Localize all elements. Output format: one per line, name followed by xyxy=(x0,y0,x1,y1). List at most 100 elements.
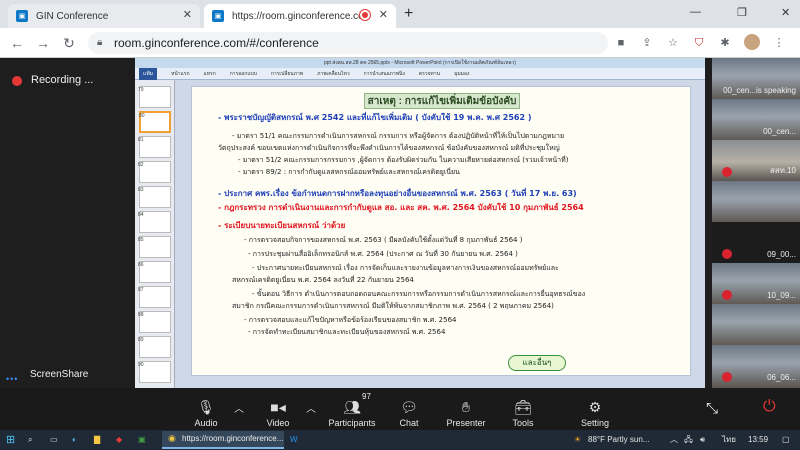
slide-thumbnail[interactable]: 82 xyxy=(138,161,171,183)
participant-video xyxy=(712,181,800,224)
slide-thumbnail[interactable]: 89 xyxy=(138,336,171,358)
slide-thumbnail[interactable]: 87 xyxy=(138,286,171,308)
restore-button[interactable]: ❐ xyxy=(737,6,747,19)
participant-tile[interactable] xyxy=(712,181,800,225)
audio-options-caret-icon[interactable]: ︿ xyxy=(234,400,244,415)
notification-icon[interactable]: ▢ xyxy=(782,433,790,447)
address-bar[interactable]: 🔒︎ room.ginconference.com/#/conference xyxy=(88,32,608,54)
participant-tile[interactable]: สสท.10 xyxy=(712,140,800,184)
close-tab-icon[interactable]: ✕ xyxy=(183,8,192,21)
tray-chevron-icon[interactable]: ︿ xyxy=(670,433,678,447)
participant-tile[interactable]: 00_cen...is speaking xyxy=(712,58,800,102)
ribbon-tab[interactable]: การนำเสนอภาพนิ่ง xyxy=(364,70,405,78)
tools-button[interactable]: 🧰︎ Tools xyxy=(510,390,536,428)
extension-shield-icon[interactable]: ⛉ xyxy=(692,36,706,50)
back-arrow-icon[interactable]: ← xyxy=(8,34,26,52)
muted-mic-icon xyxy=(722,290,732,300)
slide-thumbnail-pane: 79 80 81 82 83 84 85 86 87 88 89 90 xyxy=(135,80,175,388)
slide-text-line: - การตรวจสอบกิจการของสหกรณ์ พ.ศ. 2563 ( … xyxy=(244,236,523,244)
video-button[interactable]: ■◂ Video xyxy=(262,390,294,428)
slide-thumbnail[interactable]: 80 xyxy=(139,111,171,133)
camera-in-use-icon[interactable]: ■ xyxy=(614,36,628,50)
presenter-button[interactable]: ✋︎ Presenter xyxy=(444,390,488,428)
ribbon-tab[interactable]: ตรวจทาน xyxy=(419,70,440,78)
muted-mic-icon xyxy=(722,372,732,382)
grid-view-icon[interactable]: ⤡ xyxy=(706,400,718,417)
browser-tab-bar: ▣ GIN Conference ✕ ▣ https://room.gincon… xyxy=(0,0,800,28)
tab-room[interactable]: ▣ https://room.ginconference.com/#/en ✕ xyxy=(204,4,396,28)
participant-name: 00_cen...is speaking xyxy=(723,86,796,95)
slide-number: 83 xyxy=(138,187,144,193)
gin-favicon-icon: ▣ xyxy=(212,10,224,22)
slide-thumbnail[interactable]: 84 xyxy=(138,211,171,233)
recording-label: Recording ... xyxy=(31,74,94,86)
browser-menu-icon[interactable]: ⋮ xyxy=(772,36,786,50)
profile-avatar[interactable] xyxy=(744,34,760,50)
participants-button[interactable]: 👥︎ Participants xyxy=(324,390,380,428)
ribbon-tab[interactable]: มุมมอง xyxy=(454,70,469,78)
volume-icon[interactable]: 🔊︎ xyxy=(700,433,705,447)
gear-icon: ⚙︎ xyxy=(588,399,602,415)
audio-button[interactable]: 🎙︎ Audio xyxy=(190,390,222,428)
weather-text[interactable]: 88°F Partly sun... xyxy=(588,433,649,447)
participant-name: 09_00... xyxy=(767,250,796,259)
chat-label: Chat xyxy=(399,418,419,428)
word-icon[interactable]: W xyxy=(290,433,298,447)
forward-arrow-icon[interactable]: → xyxy=(34,34,52,52)
ribbon-tab[interactable]: การออกแบบ xyxy=(230,70,257,78)
clock[interactable]: 13:59 xyxy=(748,433,768,447)
participants-icon: 👥︎ xyxy=(343,399,361,415)
participant-tile[interactable]: 00_cen... xyxy=(712,99,800,143)
video-options-caret-icon[interactable]: ︿ xyxy=(306,400,316,415)
file-explorer-icon[interactable]: ▇ xyxy=(94,433,100,447)
participant-tile[interactable]: 06_06... xyxy=(712,345,800,389)
presenter-label: Presenter xyxy=(446,418,486,428)
minimize-button[interactable]: — xyxy=(690,6,701,18)
network-icon[interactable]: 🖧︎ xyxy=(684,433,693,447)
participant-name: 10_09... xyxy=(767,291,796,300)
slide-number: 82 xyxy=(138,162,144,168)
participant-tile[interactable]: 10_09... xyxy=(712,263,800,307)
share-icon[interactable]: ⇪ xyxy=(640,36,654,50)
bookmark-star-icon[interactable]: ☆ xyxy=(666,36,680,50)
slide-thumbnail[interactable]: 79 xyxy=(138,86,171,108)
tab-gin-conference[interactable]: ▣ GIN Conference ✕ xyxy=(8,4,200,28)
slide-number: 88 xyxy=(138,312,144,318)
new-tab-button[interactable]: + xyxy=(404,5,413,23)
language-indicator[interactable]: ไทย xyxy=(722,433,736,447)
more-dots-icon[interactable]: ••• xyxy=(6,374,18,384)
close-tab-icon[interactable]: ✕ xyxy=(379,8,388,21)
os-taskbar: ⊞ ⌕ ▭ ◐ ▇ ◆ ▣ ◉ https://room.ginconferen… xyxy=(0,430,800,450)
participant-video xyxy=(712,345,800,388)
taskbar-browser-item[interactable]: ◉ https://room.ginconference... xyxy=(162,431,284,449)
slide-thumbnail[interactable]: 88 xyxy=(138,311,171,333)
participants-count: 97 xyxy=(362,392,371,401)
slide-thumbnail[interactable]: 90 xyxy=(138,361,171,383)
slide-thumbnail[interactable]: 83 xyxy=(138,186,171,208)
slide-text-line: - ขั้นตอน วิธีการ ดำเนินการตอบถอดถอนคณะก… xyxy=(252,290,586,298)
windows-start-icon[interactable]: ⊞ xyxy=(6,433,15,447)
search-icon[interactable]: ⌕ xyxy=(28,433,32,447)
close-window-button[interactable]: ✕ xyxy=(781,6,790,19)
tab-title: https://room.ginconference.com/#/en xyxy=(232,10,362,22)
reload-icon[interactable]: ↻ xyxy=(60,34,78,52)
slide-thumbnail[interactable]: 86 xyxy=(138,261,171,283)
setting-button[interactable]: ⚙︎ Setting xyxy=(578,390,612,428)
edge-browser-icon[interactable]: ◐ xyxy=(72,433,77,447)
slide-thumbnail[interactable]: 85 xyxy=(138,236,171,258)
app-icon[interactable]: ◆ xyxy=(116,433,122,447)
slide-thumbnail[interactable]: 81 xyxy=(138,136,171,158)
slide-number: 86 xyxy=(138,262,144,268)
end-call-power-icon[interactable]: ⏻ xyxy=(763,398,776,416)
participant-tile[interactable] xyxy=(712,304,800,348)
participant-tile[interactable]: 09_00... xyxy=(712,222,800,266)
ribbon-tab[interactable]: แฟ้ม xyxy=(139,67,158,80)
ribbon-tab[interactable]: หน้าแรก xyxy=(171,70,189,78)
task-view-icon[interactable]: ▭ xyxy=(50,433,58,447)
ribbon-tab[interactable]: แทรก xyxy=(204,70,216,78)
extensions-puzzle-icon[interactable]: ✱ xyxy=(718,36,732,50)
ribbon-tab[interactable]: การเปลี่ยนภาพ xyxy=(271,70,303,78)
chat-button[interactable]: 💬︎ Chat xyxy=(396,390,422,428)
ribbon-tab[interactable]: ภาพเคลื่อนไหว xyxy=(317,70,350,78)
excel-icon[interactable]: ▣ xyxy=(138,433,146,447)
